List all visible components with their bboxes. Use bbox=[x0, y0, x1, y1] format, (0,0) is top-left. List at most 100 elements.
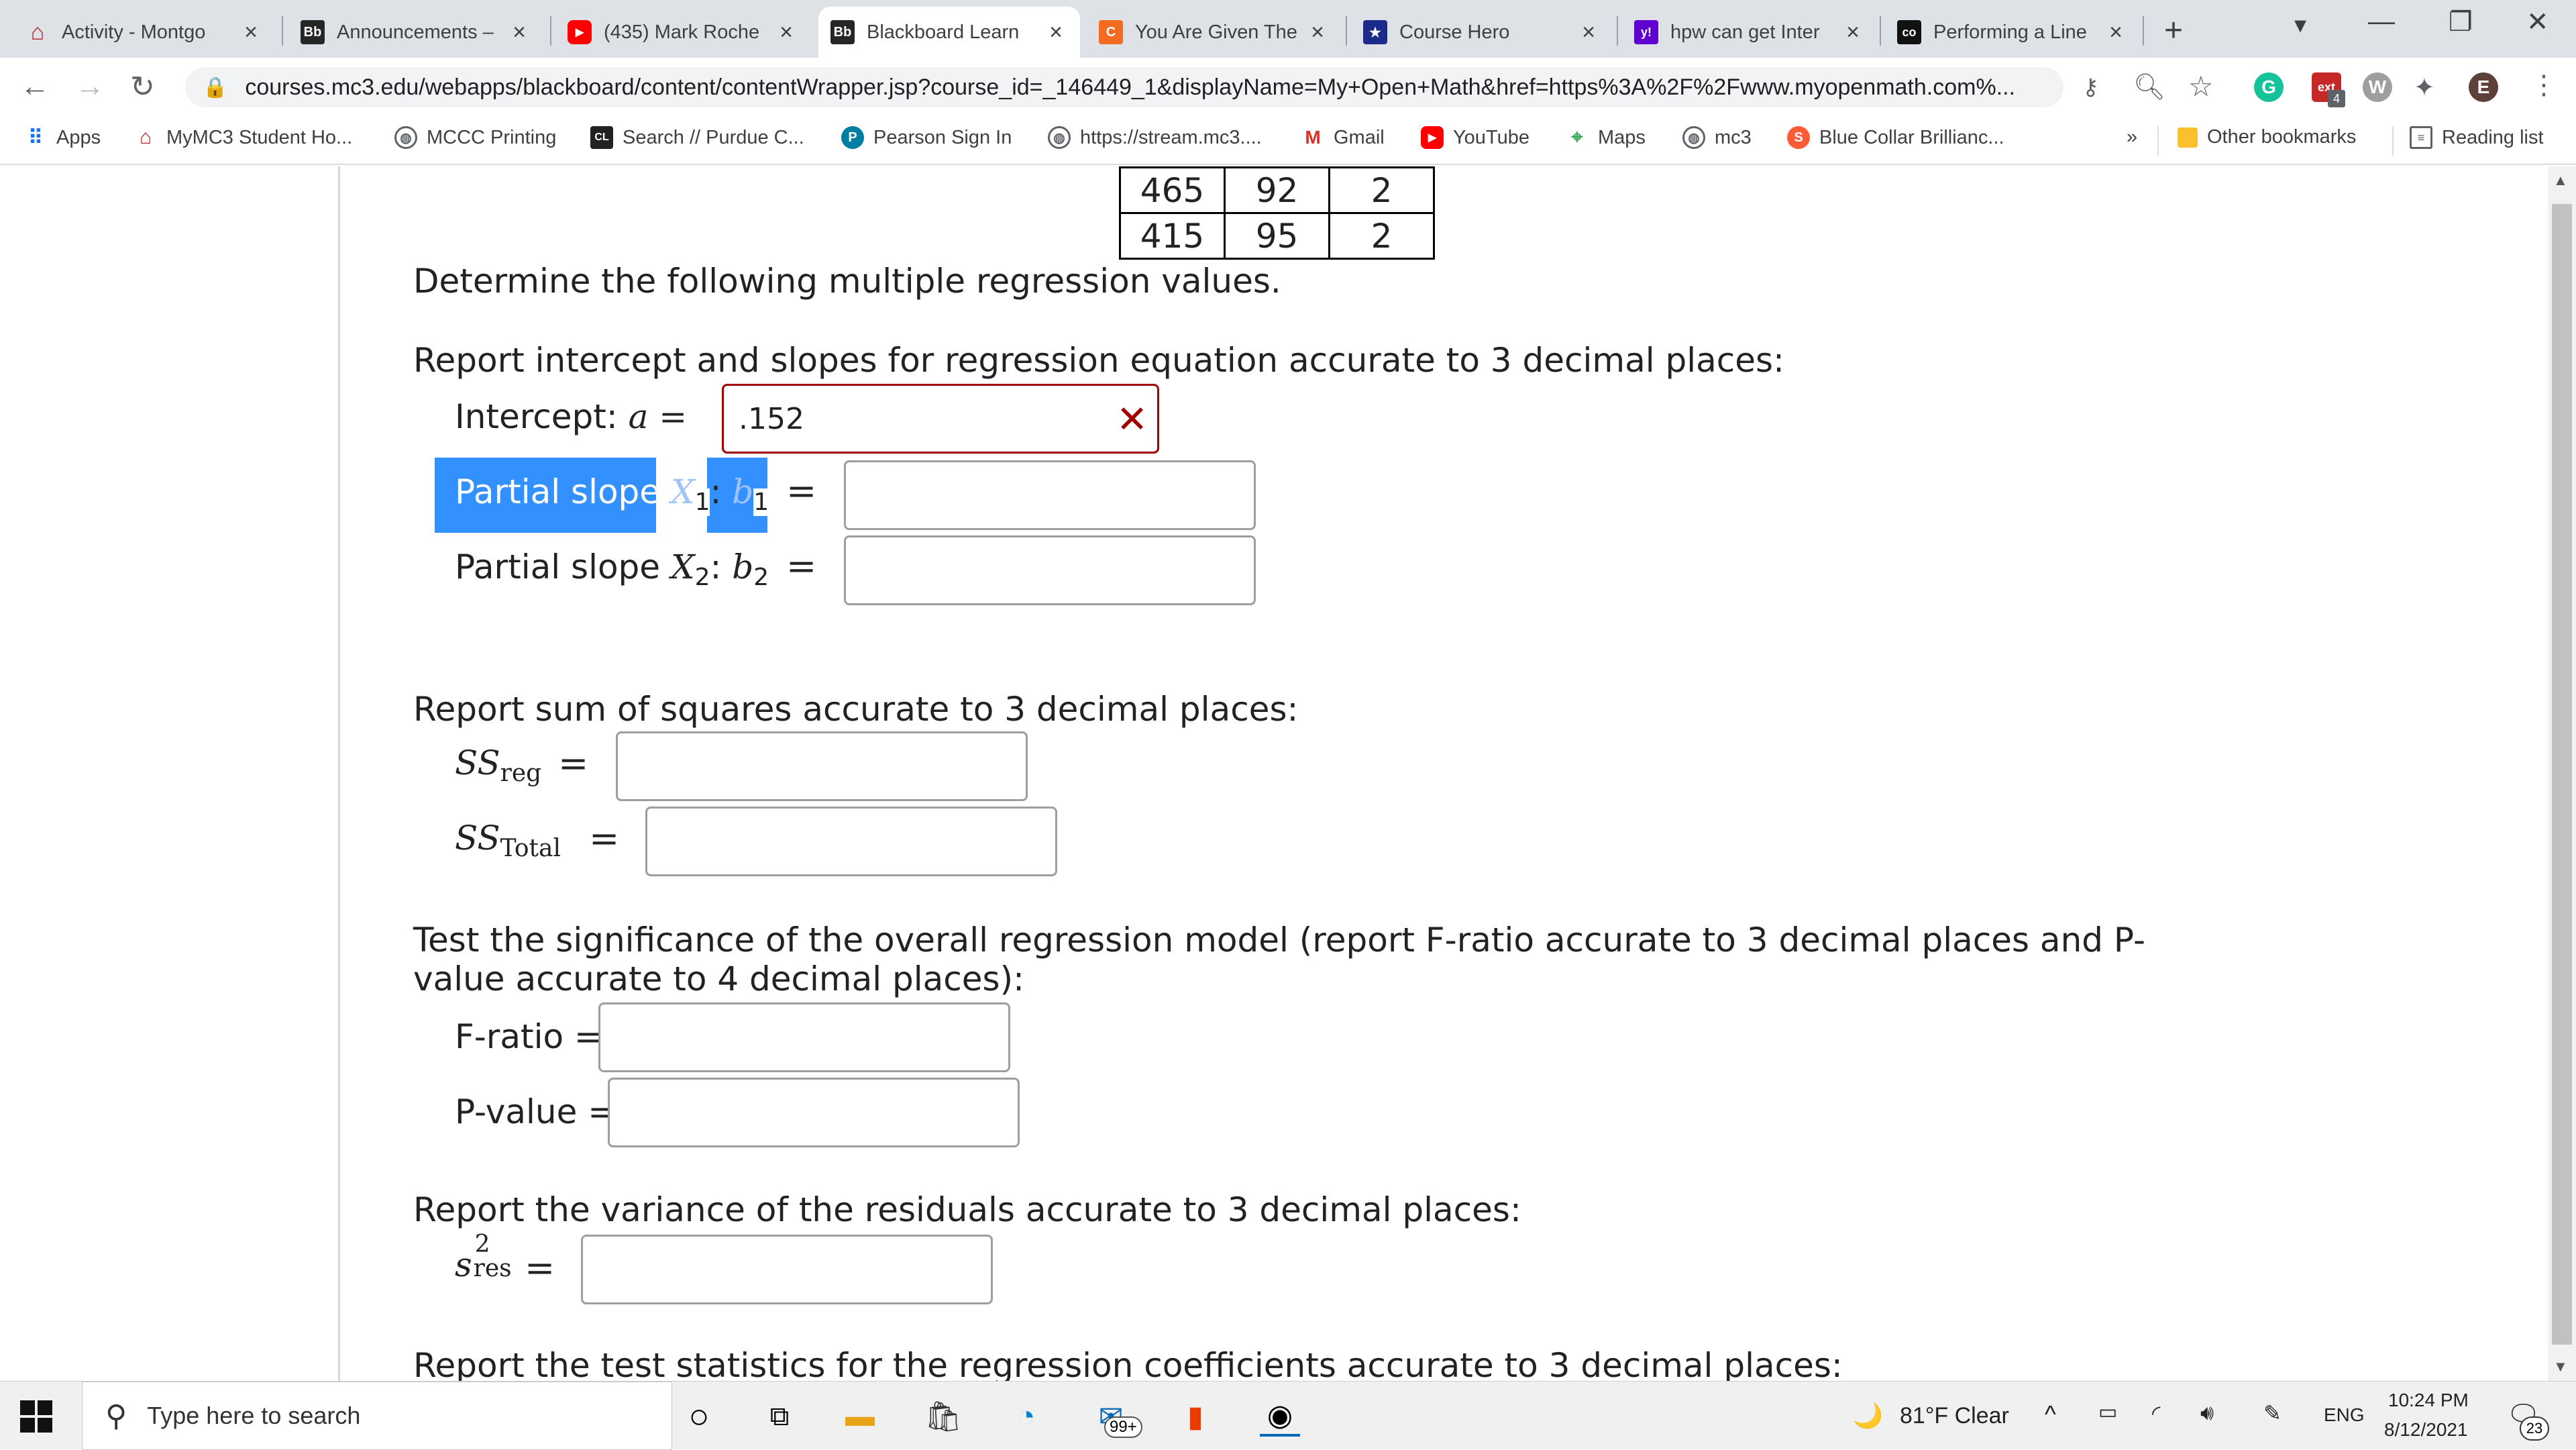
globe-icon: ◍ bbox=[1682, 126, 1705, 149]
restore-icon[interactable]: ❐ bbox=[2449, 7, 2473, 38]
wifi-icon[interactable]: ◜ bbox=[2152, 1400, 2160, 1426]
bookmark-maps[interactable]: ⌖ Maps bbox=[1566, 126, 1646, 149]
sres-input[interactable] bbox=[581, 1235, 993, 1304]
close-tab-icon[interactable]: × bbox=[2104, 19, 2128, 46]
browser-tab[interactable]: co Performing a Line × bbox=[1885, 7, 2140, 58]
tab-title: Announcements – bbox=[337, 21, 494, 43]
browser-toolbar: ← → ↻ 🔒 courses.mc3.edu/webapps/blackboa… bbox=[0, 58, 2576, 115]
fratio-input[interactable] bbox=[598, 1002, 1010, 1072]
file-explorer-icon[interactable]: ▬ bbox=[840, 1396, 880, 1437]
profile-avatar[interactable]: E bbox=[2469, 72, 2498, 102]
slope1-bsub: 1 bbox=[753, 488, 769, 516]
edge-icon[interactable]: ◔ bbox=[1006, 1396, 1046, 1437]
bookmark-gmail[interactable]: M Gmail bbox=[1301, 126, 1384, 149]
bookmarks-overflow-button[interactable]: » bbox=[2127, 126, 2137, 148]
task-view-icon[interactable]: ⧉ bbox=[759, 1396, 800, 1437]
data-table: 465 92 2 415 95 2 bbox=[1119, 166, 1435, 260]
scroll-thumb[interactable] bbox=[2552, 204, 2572, 1345]
zoom-icon[interactable]: 🔍︎ bbox=[2133, 72, 2165, 102]
browser-tab[interactable]: C You Are Given The × bbox=[1087, 7, 1342, 58]
windows-start-icon[interactable] bbox=[20, 1400, 52, 1433]
test-statistics-heading: Report the test statistics for the regre… bbox=[413, 1346, 1843, 1381]
youtube-icon: ▶ bbox=[1421, 126, 1444, 149]
bookmark-other[interactable]: Other bookmarks bbox=[2178, 126, 2356, 148]
close-tab-icon[interactable]: × bbox=[1841, 19, 1865, 46]
bookmark-mc3[interactable]: ◍ mc3 bbox=[1682, 126, 1752, 149]
browser-tab-active[interactable]: Bb Blackboard Learn × bbox=[818, 7, 1080, 58]
bookmark-star-icon[interactable]: ☆ bbox=[2188, 70, 2214, 103]
clock-time[interactable]: 10:24 PM bbox=[2388, 1390, 2469, 1411]
close-tab-icon[interactable]: × bbox=[1576, 19, 1601, 46]
wordtune-icon[interactable]: W bbox=[2363, 72, 2392, 102]
reading-list-button[interactable]: ≡ Reading list bbox=[2410, 126, 2544, 149]
bookmark-stream[interactable]: ◍ https://stream.mc3.... bbox=[1048, 126, 1262, 149]
blue-collar-icon: S bbox=[1787, 126, 1810, 149]
intercept-heading: Report intercept and slopes for regressi… bbox=[413, 341, 1784, 380]
forward-icon[interactable]: → bbox=[75, 70, 105, 103]
page-scrollbar[interactable]: ▲ ▼ bbox=[2548, 166, 2576, 1381]
reload-icon[interactable]: ↻ bbox=[130, 70, 155, 104]
url-text: courses.mc3.edu/webapps/blackboard/conte… bbox=[245, 74, 2016, 100]
bookmark-youtube[interactable]: ▶ YouTube bbox=[1421, 126, 1529, 149]
volume-icon[interactable]: 🔊︎ bbox=[2200, 1400, 2214, 1426]
scroll-down-icon[interactable]: ▼ bbox=[2553, 1358, 2568, 1376]
slope2-b: b bbox=[732, 548, 754, 586]
chrome-icon[interactable]: ◉ bbox=[1260, 1396, 1300, 1437]
browser-tab[interactable]: y! hpw can get Inter × bbox=[1622, 7, 1877, 58]
new-tab-button[interactable]: + bbox=[2164, 12, 2183, 49]
battery-icon[interactable]: ▭ bbox=[2098, 1400, 2117, 1424]
bookmark-blue-collar[interactable]: S Blue Collar Brillianc... bbox=[1787, 126, 2004, 149]
minimize-icon[interactable]: — bbox=[2368, 7, 2395, 37]
chevron-up-icon[interactable]: ^ bbox=[2045, 1400, 2056, 1429]
close-tab-icon[interactable]: × bbox=[1305, 19, 1330, 46]
browser-tab[interactable]: ⌂ Activity - Montgo × bbox=[13, 7, 275, 58]
close-tab-icon[interactable]: × bbox=[239, 19, 263, 46]
taskbar-search-box[interactable]: ⚲ Type here to search bbox=[82, 1382, 672, 1450]
equals-sign: = bbox=[525, 1247, 555, 1289]
intercept-input[interactable]: .152 ✕ bbox=[722, 384, 1159, 454]
browser-tab[interactable]: ▶ (435) Mark Roche × bbox=[555, 7, 810, 58]
office-icon[interactable]: ▮ bbox=[1175, 1396, 1216, 1437]
tab-title: Course Hero bbox=[1399, 21, 1510, 43]
pen-icon[interactable]: ✎ bbox=[2263, 1400, 2282, 1426]
slope1-input[interactable] bbox=[844, 460, 1256, 530]
tab-title: Blackboard Learn bbox=[867, 21, 1020, 43]
pvalue-label: P-value = bbox=[455, 1092, 616, 1131]
sstotal-input[interactable] bbox=[645, 807, 1057, 876]
back-icon[interactable]: ← bbox=[20, 70, 50, 103]
extensions-puzzle-icon[interactable]: ✦ bbox=[2414, 72, 2435, 103]
bookmark-purdue[interactable]: CL Search // Purdue C... bbox=[590, 126, 804, 149]
language-indicator[interactable]: ENG bbox=[2324, 1404, 2365, 1426]
tab-search-icon[interactable]: ▾ bbox=[2294, 11, 2306, 39]
grammarly-icon[interactable]: G bbox=[2254, 72, 2284, 102]
close-tab-icon[interactable]: × bbox=[507, 19, 531, 46]
bookmark-mymc3[interactable]: ⌂ MyMC3 Student Ho... bbox=[134, 126, 352, 149]
tab-separator bbox=[1880, 16, 1881, 46]
blackboard-icon: Bb bbox=[830, 20, 855, 44]
table-cell: 2 bbox=[1328, 166, 1435, 214]
slope2-input[interactable] bbox=[844, 535, 1256, 605]
menu-icon[interactable]: ⋮ bbox=[2530, 70, 2557, 101]
close-tab-icon[interactable]: × bbox=[774, 19, 798, 46]
cortana-icon[interactable]: ○ bbox=[679, 1396, 719, 1437]
mail-badge: 99+ bbox=[1104, 1416, 1142, 1438]
bookmark-label: https://stream.mc3.... bbox=[1080, 126, 1262, 148]
key-icon[interactable]: ⚷ bbox=[2082, 74, 2099, 101]
weather-text[interactable]: 81°F Clear bbox=[1900, 1403, 2009, 1429]
pvalue-input[interactable] bbox=[608, 1078, 1020, 1147]
ssreg-input[interactable] bbox=[616, 731, 1028, 801]
incorrect-icon: ✕ bbox=[1116, 398, 1148, 442]
bookmark-mccc-printing[interactable]: ◍ MCCC Printing bbox=[394, 126, 556, 149]
weather-icon: 🌙 bbox=[1853, 1402, 1883, 1429]
bookmark-pearson[interactable]: P Pearson Sign In bbox=[841, 126, 1012, 149]
bookmark-label: Other bookmarks bbox=[2207, 126, 2357, 148]
address-bar[interactable]: 🔒 courses.mc3.edu/webapps/blackboard/con… bbox=[185, 67, 2063, 107]
close-window-icon[interactable]: ✕ bbox=[2526, 7, 2549, 38]
scroll-up-icon[interactable]: ▲ bbox=[2553, 172, 2568, 189]
store-icon[interactable]: 🛍︎ bbox=[923, 1396, 963, 1437]
clock-date[interactable]: 8/12/2021 bbox=[2384, 1419, 2468, 1441]
close-tab-icon[interactable]: × bbox=[1044, 19, 1068, 46]
bookmark-apps[interactable]: ⠿ Apps bbox=[24, 126, 101, 149]
browser-tab[interactable]: Bb Announcements – × bbox=[288, 7, 543, 58]
browser-tab[interactable]: ★ Course Hero × bbox=[1351, 7, 1613, 58]
